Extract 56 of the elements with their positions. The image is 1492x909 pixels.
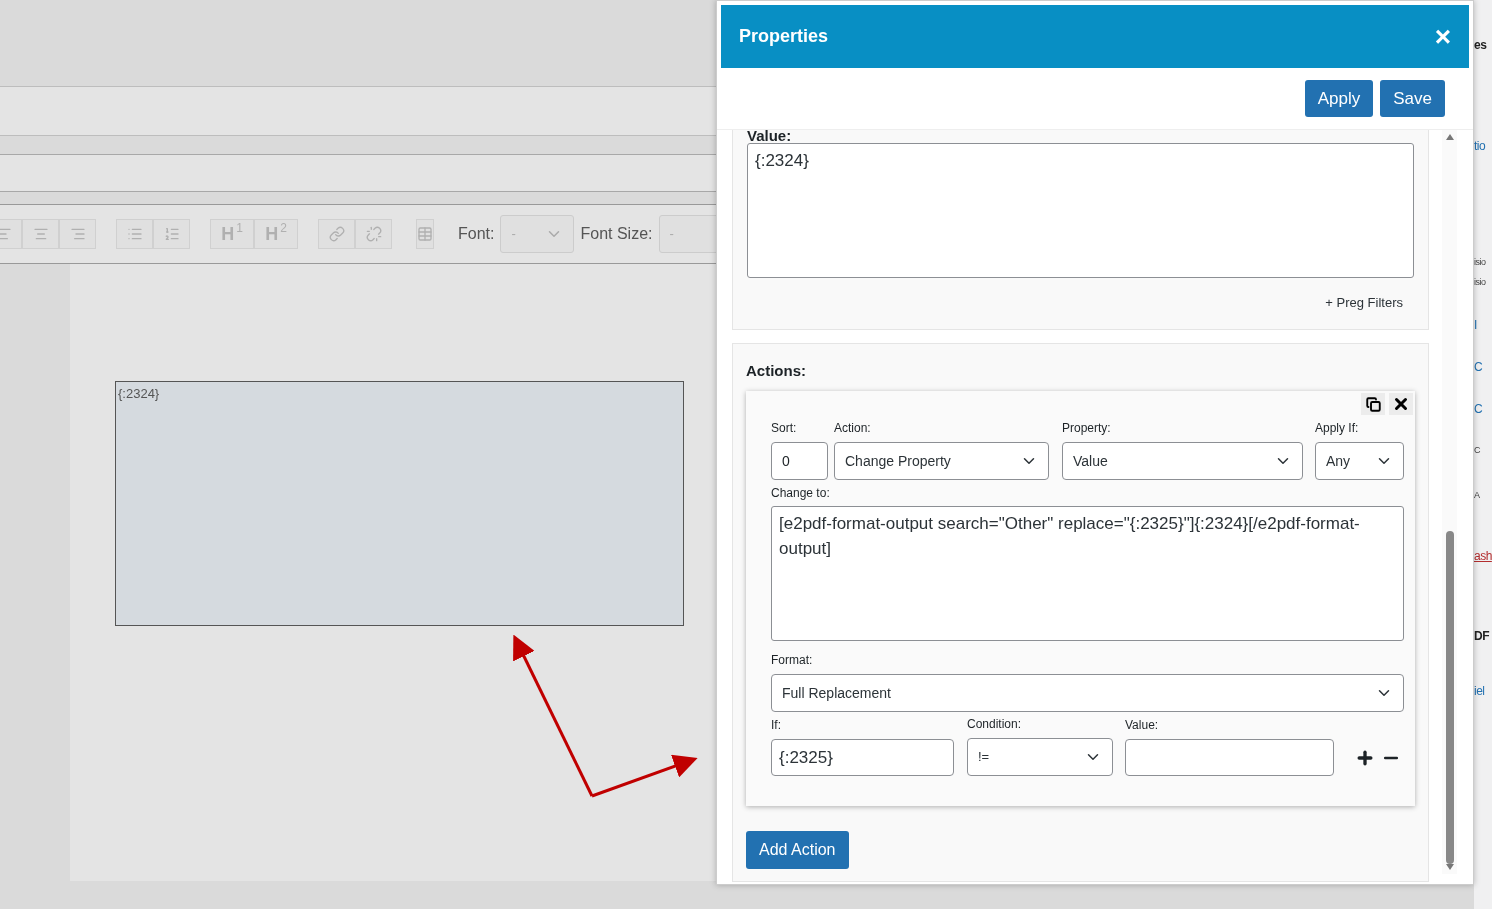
format-select[interactable]: Full Replacement: [771, 674, 1404, 712]
action-select[interactable]: Change Property: [834, 442, 1049, 480]
format-label: Format:: [771, 652, 814, 669]
panel-text-fragment: isio: [1474, 276, 1486, 289]
link-icon: [328, 226, 345, 242]
close-icon: [1392, 395, 1410, 413]
value-label: Value:: [747, 128, 793, 143]
change-to-label: Change to:: [771, 485, 831, 502]
panel-text-fragment[interactable]: C: [1474, 358, 1483, 376]
sort-label: Sort:: [771, 420, 798, 437]
preg-filters-link[interactable]: + Preg Filters: [1325, 293, 1403, 313]
action-label: Action:: [834, 420, 872, 437]
condition-label: Condition:: [967, 716, 1023, 733]
panel-text-fragment[interactable]: tio: [1474, 137, 1486, 155]
unlink-icon: [365, 226, 382, 242]
actions-label: Actions:: [746, 360, 807, 381]
align-right-icon: [69, 226, 86, 242]
panel-text-fragment: C: [1474, 444, 1480, 457]
property-select[interactable]: Value: [1062, 442, 1303, 480]
panel-text-fragment: isio: [1474, 256, 1486, 269]
panel-text-fragment[interactable]: iel: [1474, 682, 1485, 700]
close-button[interactable]: [1389, 393, 1413, 415]
sort-input[interactable]: 0: [771, 442, 828, 480]
panel-text-fragment[interactable]: ash: [1474, 547, 1492, 565]
font-label: Font:: [458, 224, 495, 244]
copy-icon: [1365, 396, 1381, 412]
dialog-button[interactable]: Apply: [1304, 80, 1374, 117]
property-label: Property:: [1062, 420, 1112, 437]
if-label: If:: [771, 717, 782, 734]
change-to-textarea[interactable]: [e2pdf-format-output search="Other" replace="{:2325}"]{:2324}[/e2pdf-format-output]: [771, 506, 1404, 641]
value-input[interactable]: [1125, 739, 1334, 776]
text-field-box[interactable]: {:2324}: [115, 381, 684, 626]
condition-select[interactable]: !=: [967, 738, 1113, 776]
panel-text-fragment[interactable]: I: [1474, 316, 1477, 334]
dialog-button[interactable]: Save: [1380, 80, 1445, 117]
table-icon: [417, 226, 433, 242]
numbered-list-icon: [163, 226, 180, 242]
bullet-list-icon: [126, 226, 143, 242]
align-center-icon: [32, 226, 49, 242]
close-button[interactable]: ×: [1434, 22, 1451, 51]
scroll-up-icon[interactable]: [1445, 134, 1454, 140]
scrollbar-thumb[interactable]: [1445, 531, 1454, 864]
panel-text-fragment: es: [1474, 37, 1487, 54]
if-textarea[interactable]: {:2325}: [771, 739, 954, 776]
apply-if-select[interactable]: Any: [1315, 442, 1404, 480]
value-label: Value:: [1125, 717, 1160, 734]
dialog-title: Properties: [739, 25, 829, 48]
apply-if-label: Apply If:: [1315, 420, 1360, 437]
panel-text-fragment: DF: [1474, 628, 1489, 645]
copy-button[interactable]: [1361, 393, 1385, 415]
panel-text-fragment: A: [1474, 489, 1480, 502]
panel-text-fragment[interactable]: C: [1474, 400, 1483, 418]
add-action-button[interactable]: Add Action: [746, 831, 849, 869]
align-left-icon: [0, 226, 12, 242]
font-size-label: Font Size:: [580, 224, 653, 244]
value-textarea[interactable]: {:2324}: [747, 143, 1414, 278]
